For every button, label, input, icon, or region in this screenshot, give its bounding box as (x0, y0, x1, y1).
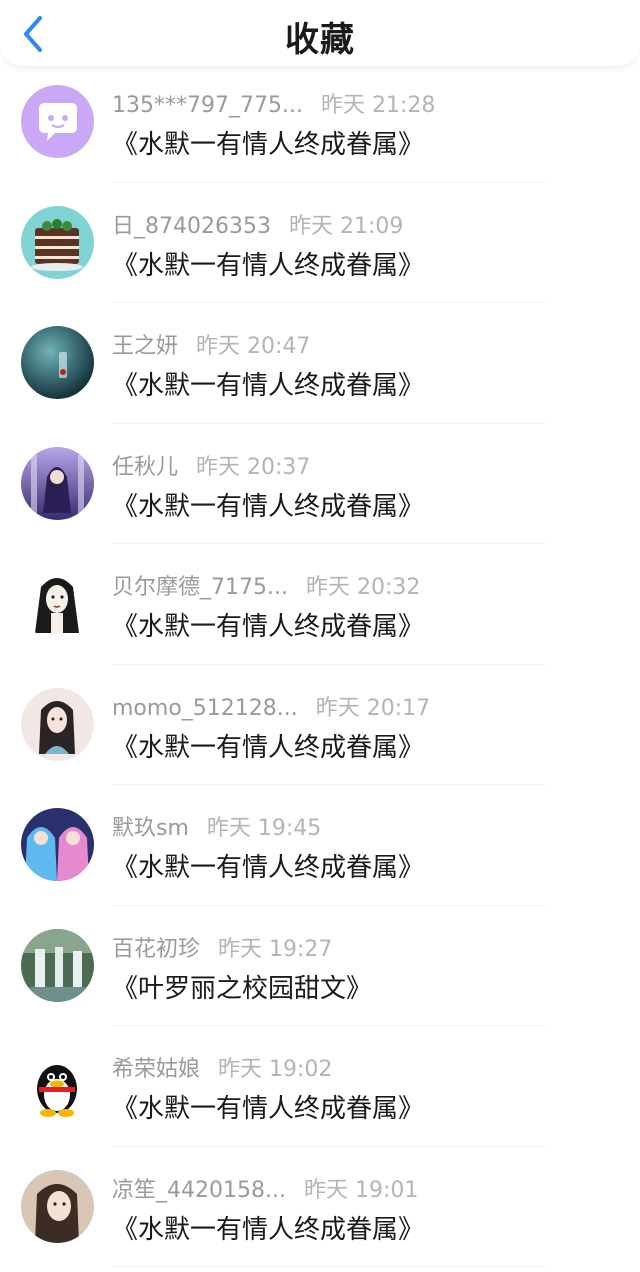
timestamp: 昨天 20:32 (305, 575, 421, 600)
user-name: 希荣姑娘 (112, 1057, 201, 1082)
book-title[interactable]: 《水默一有情人终成眷属》 (112, 1209, 424, 1246)
sketch-girl-photo (21, 567, 94, 640)
timestamp: 昨天 21:09 (288, 213, 404, 239)
chat-bubble-icon (21, 85, 94, 158)
top-bar: 收藏 (0, 0, 640, 66)
avatar[interactable] (21, 687, 94, 761)
avatar[interactable] (21, 85, 94, 158)
avatar[interactable] (21, 446, 94, 520)
avatar[interactable] (21, 326, 94, 399)
book-title[interactable]: 《叶罗丽之校园甜文》 (112, 968, 372, 1005)
list-item[interactable]: momo_512128... 昨天 20:17 《水默一有情人终成眷属》 (0, 665, 640, 785)
avatar[interactable] (21, 808, 94, 881)
penguin-icon (21, 1049, 94, 1122)
user-name: 凉笙_4420158... (112, 1177, 286, 1203)
selfie-photo (21, 1169, 94, 1243)
waterfall-photo (21, 928, 94, 1002)
list-item[interactable]: 希荣姑娘 昨天 19:02 《水默一有情人终成眷属》 (0, 1026, 640, 1147)
list-item[interactable]: 凉笙_4420158... 昨天 19:01 《水默一有情人终成眷属》 (0, 1147, 640, 1267)
list-item[interactable]: 贝尔摩德_7175... 昨天 20:32 《水默一有情人终成眷属》 (0, 544, 640, 665)
list-item[interactable]: 百花初珍 昨天 19:27 《叶罗丽之校园甜文》 (0, 906, 640, 1026)
timestamp: 昨天 20:47 (196, 334, 311, 359)
avatar[interactable] (21, 928, 94, 1002)
timestamp: 昨天 20:37 (196, 454, 311, 480)
user-name: 135***797_775... (112, 93, 303, 118)
book-title[interactable]: 《水默一有情人终成眷属》 (112, 245, 424, 282)
avatar[interactable] (21, 567, 94, 640)
user-name: 贝尔摩德_7175... (112, 575, 288, 600)
book-title[interactable]: 《水默一有情人终成眷属》 (112, 124, 424, 161)
anime-duo-photo (21, 808, 94, 881)
user-name: 百花初珍 (112, 936, 201, 962)
avatar[interactable] (21, 1169, 94, 1243)
avatar[interactable] (21, 205, 94, 279)
book-title[interactable]: 《水默一有情人终成眷属》 (112, 727, 424, 764)
user-name: 王之妍 (112, 334, 179, 359)
user-name: 任秋儿 (112, 454, 179, 480)
book-title[interactable]: 《水默一有情人终成眷属》 (112, 365, 424, 402)
anime-purple-photo (21, 446, 94, 520)
cake-photo (21, 205, 94, 279)
list-item[interactable]: 任秋儿 昨天 20:37 《水默一有情人终成眷属》 (0, 424, 640, 544)
list-item[interactable]: 135***797_775... 昨天 21:28 《水默一有情人终成眷属》 (0, 62, 640, 183)
timestamp: 昨天 19:02 (218, 1057, 333, 1082)
divider (112, 1266, 545, 1267)
timestamp: 昨天 19:45 (206, 816, 322, 841)
list-item[interactable]: 王之妍 昨天 20:47 《水默一有情人终成眷属》 (0, 303, 640, 424)
user-name: 日_874026353 (112, 213, 271, 239)
list-item[interactable]: 日_874026353 昨天 21:09 《水默一有情人终成眷属》 (0, 183, 640, 303)
timestamp: 昨天 19:27 (218, 936, 333, 962)
book-title[interactable]: 《水默一有情人终成眷属》 (112, 606, 424, 643)
user-name: momo_512128... (112, 695, 298, 721)
dark-teal-photo (21, 326, 94, 399)
favorites-list: 135***797_775... 昨天 21:28 《水默一有情人终成眷属》 日_… (0, 62, 640, 1267)
list-item[interactable]: 默玖sm 昨天 19:45 《水默一有情人终成眷属》 (0, 785, 640, 906)
avatar[interactable] (21, 1049, 94, 1122)
timestamp: 昨天 19:01 (303, 1177, 419, 1203)
page-title: 收藏 (285, 20, 355, 60)
user-name: 默玖sm (112, 816, 189, 841)
book-title[interactable]: 《水默一有情人终成眷属》 (112, 486, 424, 523)
timestamp: 昨天 21:28 (320, 93, 436, 118)
timestamp: 昨天 20:17 (315, 695, 431, 721)
book-title[interactable]: 《水默一有情人终成眷属》 (112, 847, 424, 884)
book-title[interactable]: 《水默一有情人终成眷属》 (112, 1088, 424, 1125)
girl-illustration-photo (21, 687, 94, 761)
